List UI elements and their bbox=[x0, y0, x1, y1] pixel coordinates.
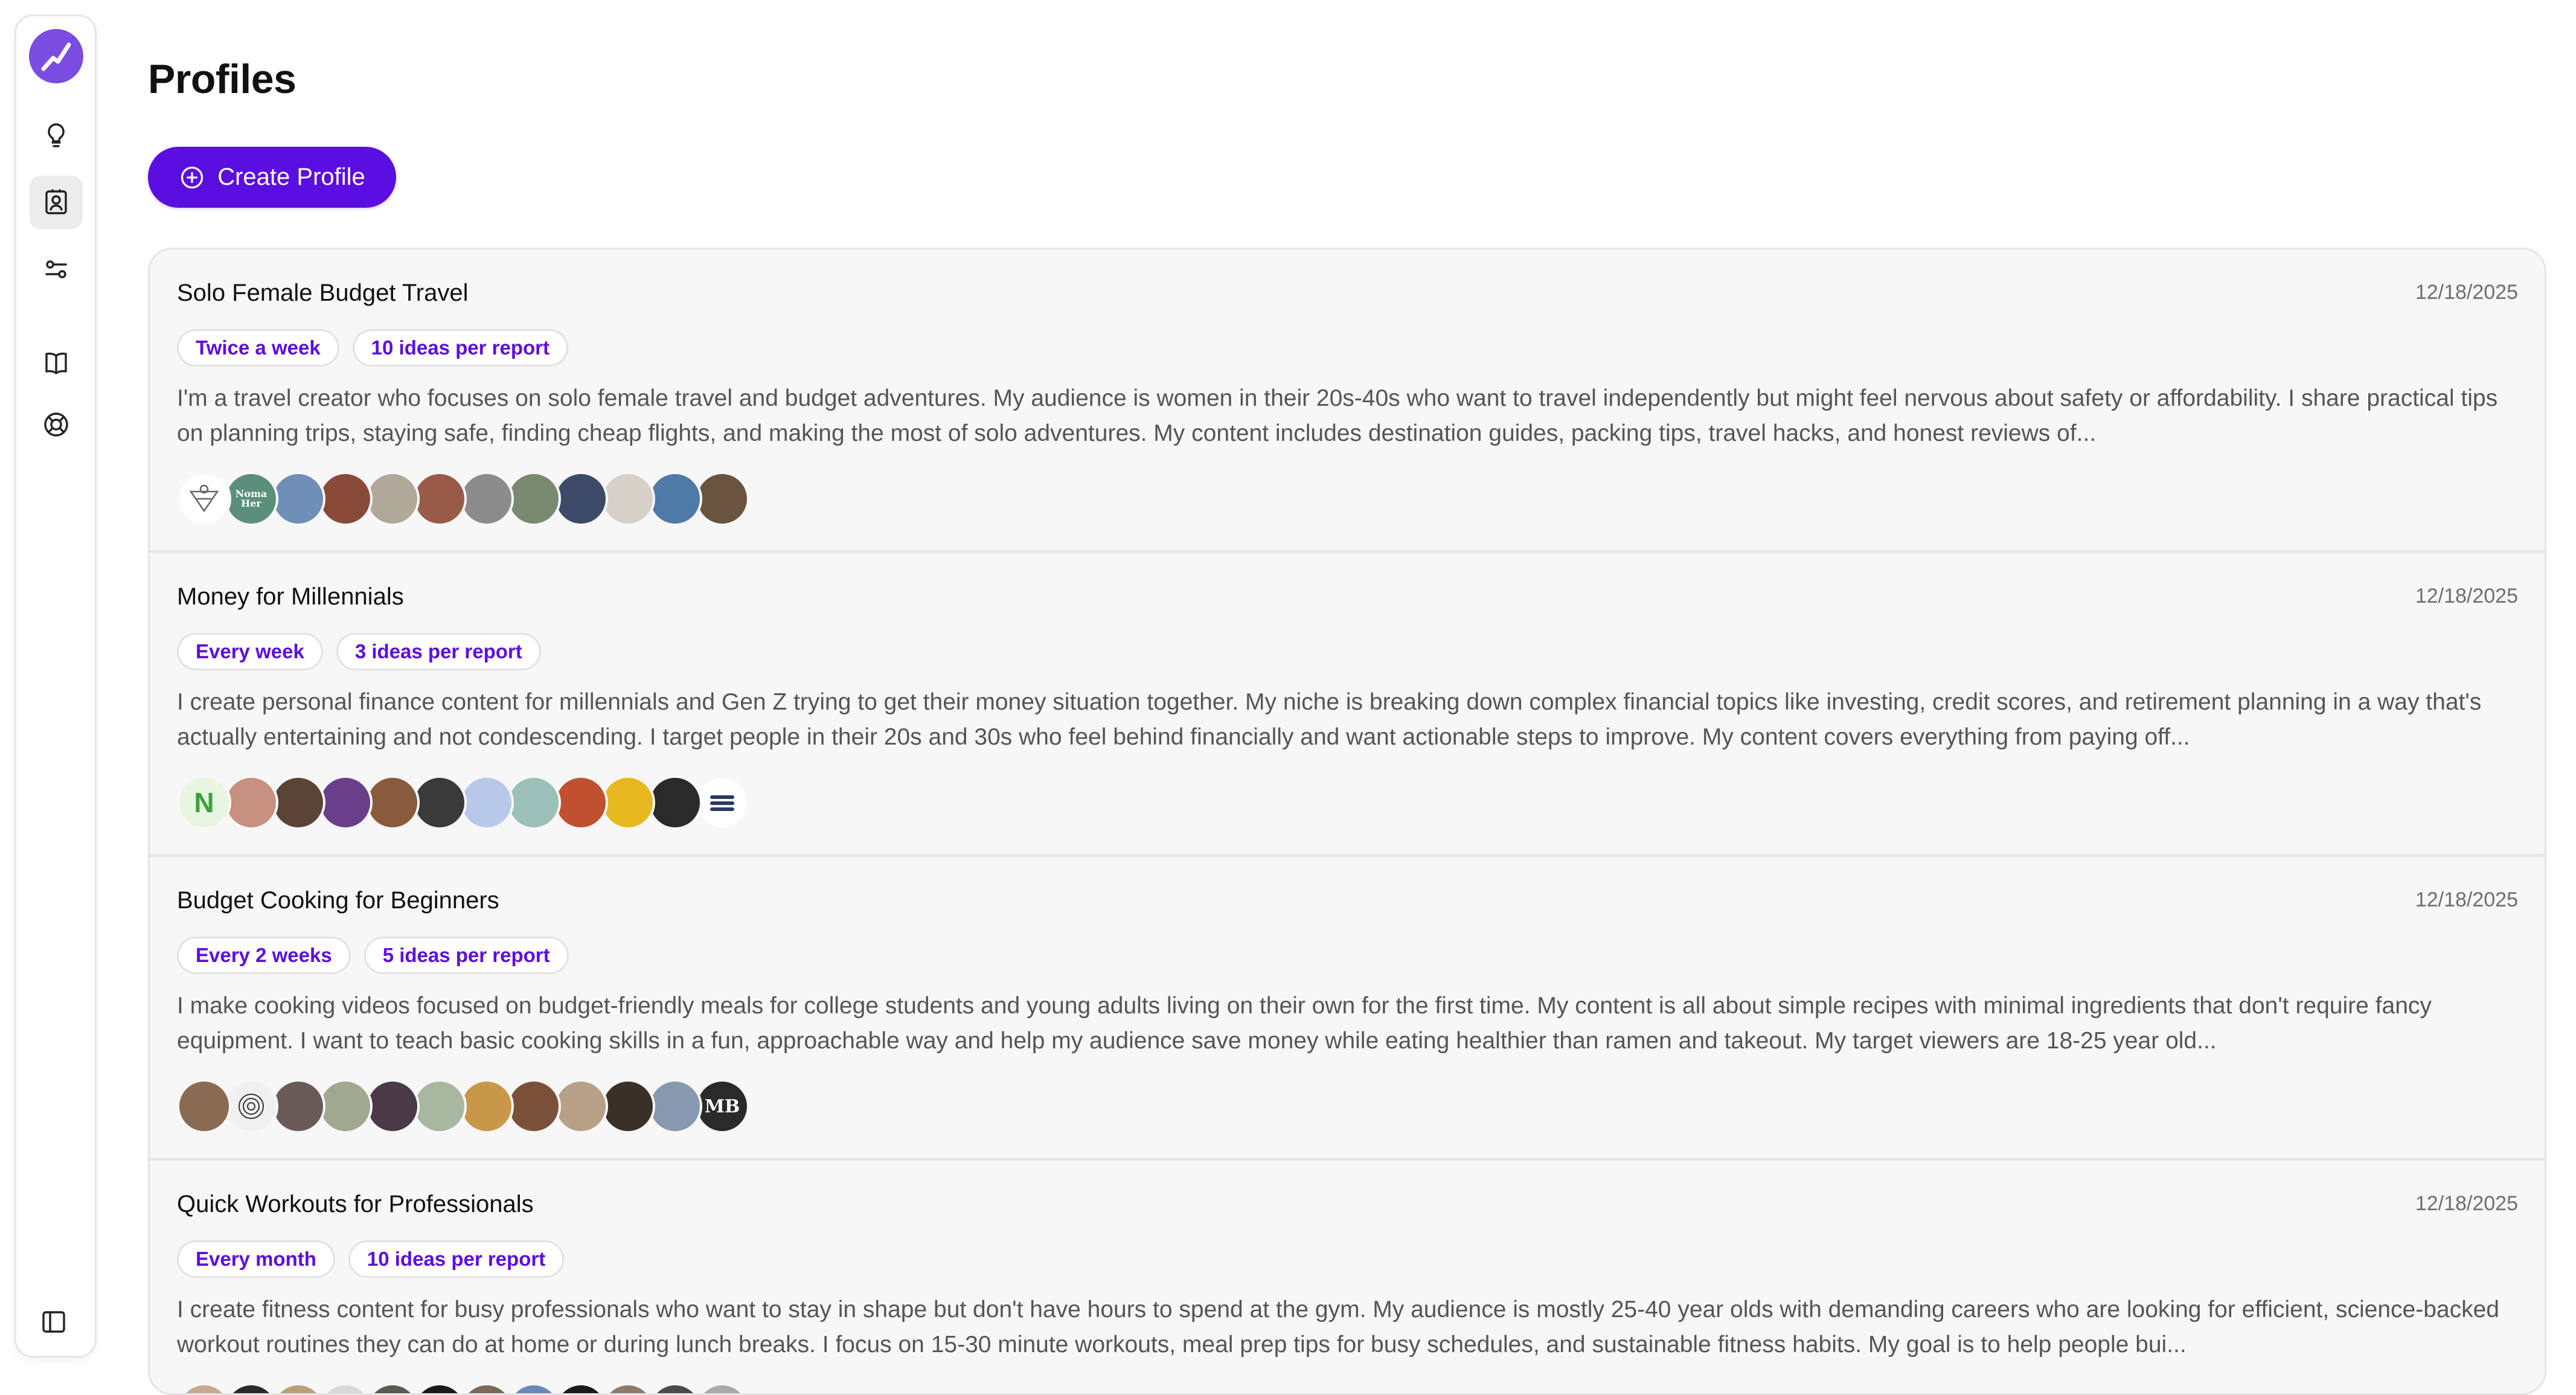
profile-date: 12/18/2025 bbox=[2415, 281, 2518, 304]
frequency-badge: Every 2 weeks bbox=[177, 937, 351, 974]
trend-line-icon bbox=[41, 42, 71, 71]
frequency-badge: Twice a week bbox=[177, 329, 339, 367]
avatar-initials: MB bbox=[704, 1095, 740, 1117]
create-profile-label: Create Profile bbox=[217, 164, 365, 190]
creator-avatar[interactable] bbox=[601, 472, 655, 526]
ideas-badge: 10 ideas per report bbox=[348, 1240, 565, 1278]
creator-avatar[interactable] bbox=[318, 1079, 373, 1134]
creator-avatar[interactable] bbox=[554, 1079, 608, 1134]
creator-avatar[interactable] bbox=[460, 775, 514, 830]
creator-avatar[interactable]: MB bbox=[695, 1079, 749, 1134]
creator-avatar[interactable] bbox=[365, 1383, 420, 1393]
creator-avatar[interactable] bbox=[271, 1383, 325, 1393]
creator-avatar[interactable] bbox=[648, 775, 702, 830]
creator-avatar[interactable] bbox=[695, 775, 749, 830]
sidebar-collapse-button[interactable] bbox=[27, 1295, 80, 1348]
creator-avatar[interactable] bbox=[460, 1079, 514, 1134]
contact-card-icon bbox=[45, 189, 67, 214]
lifebuoy-icon bbox=[44, 412, 68, 437]
creator-avatar[interactable] bbox=[177, 472, 231, 526]
profile-description: I create personal finance content for mi… bbox=[177, 689, 2482, 750]
sidebar-item-help[interactable] bbox=[30, 398, 83, 451]
profile-card[interactable]: Solo Female Budget Travel 12/18/2025 Twi… bbox=[150, 249, 2545, 553]
creator-avatar[interactable]: N bbox=[177, 775, 231, 830]
profile-date: 12/18/2025 bbox=[2415, 1192, 2518, 1215]
creator-avatar[interactable] bbox=[554, 1383, 608, 1393]
profile-date: 12/18/2025 bbox=[2415, 888, 2518, 911]
creator-avatar[interactable] bbox=[318, 472, 373, 526]
creator-avatar[interactable] bbox=[601, 775, 655, 830]
creator-avatar[interactable] bbox=[224, 1079, 278, 1134]
profile-list: Solo Female Budget Travel 12/18/2025 Twi… bbox=[148, 248, 2546, 1395]
creator-avatar[interactable] bbox=[177, 1079, 231, 1134]
creator-avatar[interactable] bbox=[695, 1383, 749, 1393]
creator-avatar[interactable] bbox=[412, 472, 467, 526]
create-profile-button[interactable]: Create Profile bbox=[148, 147, 396, 208]
page-title: Profiles bbox=[148, 56, 296, 102]
creator-avatar[interactable] bbox=[224, 1383, 278, 1393]
creator-avatar[interactable] bbox=[460, 1383, 514, 1393]
profile-date: 12/18/2025 bbox=[2415, 585, 2518, 608]
creator-avatar[interactable] bbox=[507, 1079, 561, 1134]
creator-avatars: Noma Her bbox=[177, 472, 749, 526]
creator-avatar[interactable] bbox=[554, 472, 608, 526]
creator-avatar[interactable] bbox=[224, 775, 278, 830]
creator-avatar[interactable] bbox=[648, 472, 702, 526]
app-logo[interactable] bbox=[29, 29, 83, 83]
profile-description: I create fitness content for busy profes… bbox=[177, 1297, 2499, 1358]
creator-avatar[interactable] bbox=[507, 775, 561, 830]
creator-avatar[interactable] bbox=[460, 472, 514, 526]
creator-avatar[interactable] bbox=[507, 472, 561, 526]
creator-avatar[interactable] bbox=[412, 1079, 467, 1134]
creator-avatar[interactable] bbox=[412, 775, 467, 830]
profile-description: I'm a travel creator who focuses on solo… bbox=[177, 385, 2498, 446]
creator-avatars: N bbox=[177, 775, 749, 830]
sidebar-item-docs[interactable] bbox=[30, 336, 83, 390]
sidebar-item-profiles[interactable] bbox=[30, 176, 83, 229]
profile-card[interactable]: Budget Cooking for Beginners 12/18/2025 … bbox=[150, 857, 2545, 1161]
sidebar-item-ideas[interactable] bbox=[30, 109, 83, 162]
frequency-badge: Every week bbox=[177, 633, 323, 670]
profile-name: Money for Millennials bbox=[177, 583, 404, 610]
profile-name: Budget Cooking for Beginners bbox=[177, 887, 499, 914]
creator-avatar[interactable] bbox=[318, 1383, 373, 1393]
creator-avatar[interactable] bbox=[507, 1383, 561, 1393]
sidebar-toggle-icon bbox=[42, 1311, 65, 1333]
lightbulb-icon bbox=[48, 123, 65, 147]
book-icon bbox=[45, 352, 67, 374]
creator-avatar[interactable] bbox=[365, 775, 420, 830]
profile-card[interactable]: Quick Workouts for Professionals 12/18/2… bbox=[150, 1161, 2545, 1393]
creator-avatar[interactable] bbox=[271, 472, 325, 526]
creator-avatar[interactable] bbox=[648, 1383, 702, 1393]
creator-avatar[interactable] bbox=[271, 775, 325, 830]
creator-avatar[interactable] bbox=[412, 1383, 467, 1393]
ideas-badge: 10 ideas per report bbox=[352, 329, 568, 367]
creator-avatars bbox=[177, 1383, 749, 1393]
ideas-badge: 5 ideas per report bbox=[364, 937, 569, 974]
creator-avatar[interactable]: Noma Her bbox=[224, 472, 278, 526]
creator-avatar[interactable] bbox=[695, 472, 749, 526]
avatar-initials: N bbox=[194, 787, 214, 818]
avatar-initials: Noma Her bbox=[235, 488, 268, 509]
creator-avatar[interactable] bbox=[601, 1079, 655, 1134]
creator-avatar[interactable] bbox=[601, 1383, 655, 1393]
sliders-icon bbox=[45, 260, 67, 278]
profile-name: Quick Workouts for Professionals bbox=[177, 1191, 534, 1217]
frequency-badge: Every month bbox=[177, 1240, 335, 1278]
profile-description: I make cooking videos focused on budget-… bbox=[177, 993, 2432, 1054]
profile-name: Solo Female Budget Travel bbox=[177, 280, 469, 306]
sidebar-item-settings[interactable] bbox=[30, 243, 83, 296]
plus-circle-icon bbox=[181, 166, 203, 188]
creator-avatar[interactable] bbox=[271, 1079, 325, 1134]
creator-avatar[interactable] bbox=[177, 1383, 231, 1393]
sidebar bbox=[14, 14, 97, 1358]
creator-avatar[interactable] bbox=[365, 472, 420, 526]
creator-avatar[interactable] bbox=[365, 1079, 420, 1134]
ideas-badge: 3 ideas per report bbox=[336, 633, 541, 670]
profile-card[interactable]: Money for Millennials 12/18/2025 Every w… bbox=[150, 553, 2545, 857]
creator-avatar[interactable] bbox=[554, 775, 608, 830]
creator-avatars: MB bbox=[177, 1079, 749, 1134]
creator-avatar[interactable] bbox=[648, 1079, 702, 1134]
creator-avatar[interactable] bbox=[318, 775, 373, 830]
